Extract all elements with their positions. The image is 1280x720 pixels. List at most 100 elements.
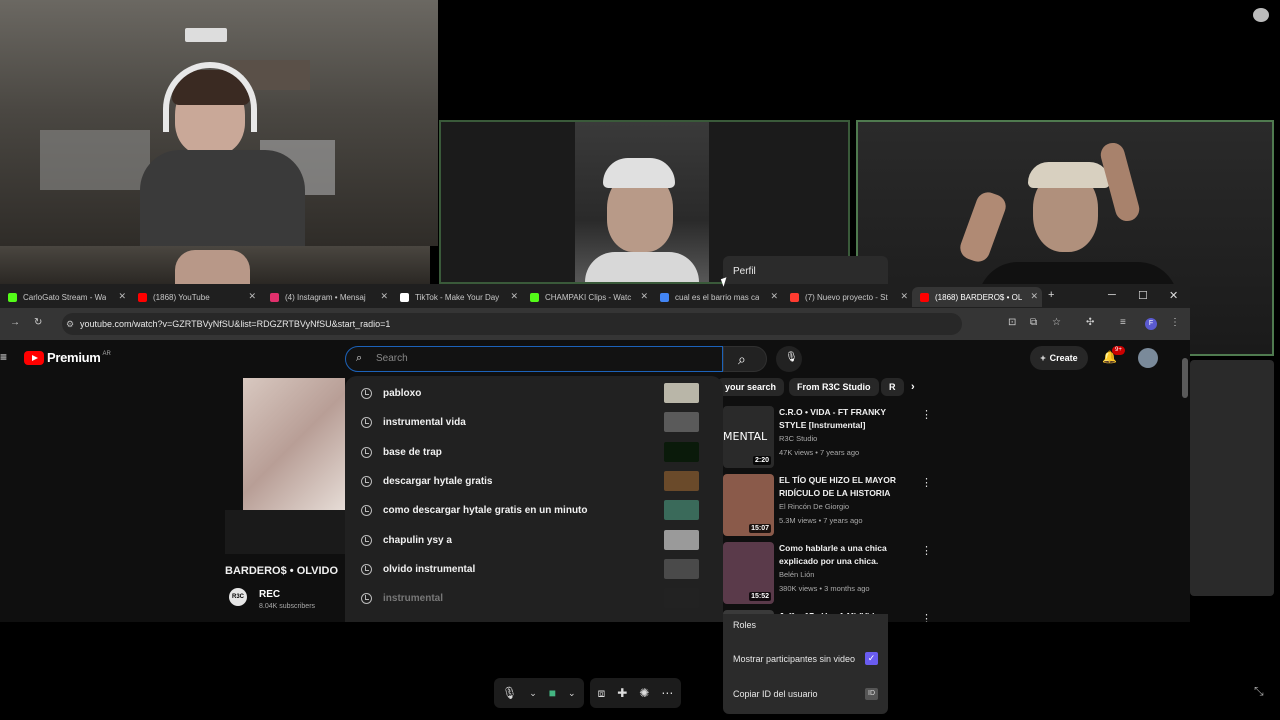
scrollbar[interactable] <box>1182 358 1188 398</box>
recommendation-channel[interactable]: Belén Lión <box>779 570 814 579</box>
close-tab-icon[interactable]: ✕ <box>118 291 126 302</box>
more-options-icon[interactable]: ⋮ <box>921 408 932 421</box>
close-window-icon[interactable]: ✕ <box>1169 289 1178 302</box>
minimize-icon[interactable]: ─ <box>1108 289 1116 301</box>
tab-favicon-icon <box>270 292 279 302</box>
recommendation-thumbnail[interactable]: MENTAL 2:20 <box>723 406 774 468</box>
recommendation-channel[interactable]: R3C Studio <box>779 434 817 443</box>
chip-more[interactable]: R <box>881 378 904 396</box>
recommendation-item[interactable]: MENTAL 2:20 C.R.O • VIDA - FT FRANKY STYLE… <box>723 406 938 468</box>
more-icon[interactable]: ⋯ <box>661 686 673 700</box>
recommendation-title[interactable]: Como hablarle a una chica explicado por … <box>779 542 909 568</box>
bookmark-star-icon[interactable]: ☆ <box>1052 317 1061 328</box>
extensions-icon[interactable]: ✣ <box>1086 317 1094 328</box>
suggestion-item[interactable]: instrumental vida <box>345 409 723 438</box>
recommendation-thumbnail[interactable]: 15:07 <box>723 474 774 536</box>
more-options-icon[interactable]: ⋮ <box>921 612 932 622</box>
account-avatar[interactable] <box>1138 348 1158 368</box>
duration-badge: 15:52 <box>749 592 771 601</box>
translate-icon[interactable]: ⊡ <box>1008 317 1016 328</box>
mic-icon[interactable]: 🎙 <box>502 686 517 700</box>
youtube-play-icon <box>24 350 44 365</box>
voice-search-button[interactable]: 🎙 <box>776 346 802 372</box>
chat-icon[interactable] <box>1253 8 1269 22</box>
recommendation-item[interactable]: 15:52 Como hablarle a una chica explicado… <box>723 542 938 604</box>
close-tab-icon[interactable]: ✕ <box>1030 291 1038 302</box>
browser-tab[interactable]: CHAMPAKI Clips - Watc ✕ <box>522 287 652 307</box>
search-input[interactable]: ⌕ Search <box>345 346 723 372</box>
create-button[interactable]: + Create <box>1030 346 1088 370</box>
recommendation-title[interactable]: EL TÍO QUE HIZO EL MAYOR RIDÍCULO DE LA … <box>779 474 909 500</box>
checkbox-checked-icon[interactable]: ✓ <box>865 652 878 665</box>
copy-user-id-item[interactable]: Copiar ID del usuario <box>733 689 818 699</box>
close-tab-icon[interactable]: ✕ <box>248 291 256 302</box>
reload-icon[interactable]: ↻ <box>34 317 42 328</box>
browser-tab[interactable]: (7) Nuevo proyecto - St ✕ <box>782 287 912 307</box>
more-options-icon[interactable]: ⋮ <box>921 544 932 557</box>
channel-avatar[interactable]: R3C <box>229 588 247 606</box>
close-tab-icon[interactable]: ✕ <box>640 291 648 302</box>
close-tab-icon[interactable]: ✕ <box>510 291 518 302</box>
perfil-label[interactable]: Perfil <box>733 266 756 277</box>
participant-hand <box>956 188 1010 266</box>
browser-tab[interactable]: (1868) BARDERO$ • OL ✕ <box>912 287 1042 307</box>
show-participants-toggle[interactable]: Mostrar participantes sin video <box>733 654 855 664</box>
chevron-down-icon[interactable]: ⌄ <box>529 688 537 699</box>
chevron-right-icon[interactable]: › <box>911 378 915 396</box>
browser-tab[interactable]: (4) Instagram • Mensaj ✕ <box>262 287 392 307</box>
roles-item[interactable]: Roles <box>733 620 756 630</box>
search-button[interactable]: ⌕ <box>723 346 767 372</box>
maximize-icon[interactable]: ☐ <box>1138 289 1148 302</box>
share-screen-icon[interactable]: ⧈ <box>598 686 606 701</box>
tab-label: cual es el barrio mas ca <box>675 292 760 302</box>
chip-your-search[interactable]: your search <box>717 378 785 396</box>
suggestion-item[interactable]: pabloxo <box>345 380 723 409</box>
browser-tab[interactable]: (1868) YouTube ✕ <box>130 287 260 307</box>
recommendation-title[interactable]: C.R.O • VIDA - FT FRANKY STYLE [Instrume… <box>779 406 909 432</box>
camera-icon[interactable]: ■ <box>549 686 556 700</box>
apps-icon[interactable]: ✚ <box>617 686 627 700</box>
search-icon: ⌕ <box>356 352 363 364</box>
suggestion-thumbnail <box>664 529 699 550</box>
exit-fullscreen-icon[interactable]: ⤡ <box>1254 684 1264 699</box>
plus-icon: + <box>1040 353 1046 363</box>
close-tab-icon[interactable]: ✕ <box>380 291 388 302</box>
suggestion-item[interactable]: chapulin ysy a <box>345 527 723 556</box>
id-badge-icon: ID <box>865 688 878 700</box>
new-tab-button[interactable]: + <box>1048 289 1054 301</box>
media-control-icon[interactable]: ≡ <box>1120 317 1126 328</box>
browser-menu-icon[interactable]: ⋮ <box>1170 317 1180 328</box>
suggestion-item[interactable]: instrumental <box>345 585 723 614</box>
activity-controls: ⧈ ✚ ✺ ⋯ <box>589 678 682 708</box>
more-options-icon[interactable]: ⋮ <box>921 476 932 489</box>
browser-tab[interactable]: CarloGato Stream - Wa ✕ <box>0 287 130 307</box>
chevron-down-icon[interactable]: ⌄ <box>568 688 576 699</box>
tab-label: CarloGato Stream - Wa <box>23 292 107 302</box>
profile-icon[interactable]: F <box>1145 318 1157 330</box>
suggestion-item[interactable]: como descargar hytale gratis en un minut… <box>345 497 723 526</box>
tab-label: (4) Instagram • Mensaj <box>285 292 366 302</box>
close-tab-icon[interactable]: ✕ <box>900 291 908 302</box>
video-player[interactable] <box>243 378 345 510</box>
channel-name[interactable]: REC <box>259 589 280 600</box>
recommendation-channel[interactable]: El Rincón De Giorgio <box>779 502 849 511</box>
install-app-icon[interactable]: ⧉ <box>1030 317 1037 328</box>
youtube-logo[interactable]: Premium AR <box>24 350 111 365</box>
suggestion-item[interactable]: base de trap <box>345 439 723 468</box>
forward-icon[interactable]: → <box>10 317 20 328</box>
browser-tab[interactable]: TikTok - Make Your Day ✕ <box>392 287 522 307</box>
close-tab-icon[interactable]: ✕ <box>770 291 778 302</box>
search-suggestions: pabloxo instrumental vida base de trap desc… <box>345 376 723 622</box>
recommendation-item[interactable]: 15:07 EL TÍO QUE HIZO EL MAYOR RIDÍCULO D… <box>723 474 938 536</box>
suggestion-item[interactable]: descargar hytale gratis <box>345 468 723 497</box>
hamburger-menu-icon[interactable]: ≡ <box>0 350 7 364</box>
reactions-icon[interactable]: ✺ <box>639 686 649 700</box>
suggestion-item[interactable]: olvido instrumental <box>345 556 723 585</box>
browser-tab[interactable]: cual es el barrio mas ca ✕ <box>652 287 782 307</box>
url-bar[interactable]: ⚙ youtube.com/watch?v=GZRTBVyNfSU&list=R… <box>62 313 962 335</box>
site-info-icon[interactable]: ⚙ <box>66 313 74 335</box>
participant-video-1[interactable] <box>0 0 438 246</box>
chip-from-channel[interactable]: From R3C Studio <box>789 378 879 396</box>
recommendation-thumbnail[interactable]: 15:52 <box>723 542 774 604</box>
suggestion-thumbnail <box>664 441 699 462</box>
